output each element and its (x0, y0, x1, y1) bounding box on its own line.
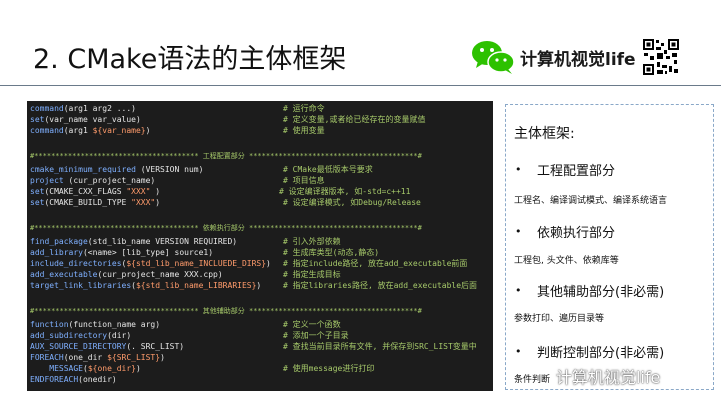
code-comment: # 项目信息 (283, 176, 325, 185)
qr-code-icon (642, 38, 680, 76)
code-line: set(var_name var_value) (30, 115, 141, 124)
code-line: command(arg1 arg2 ...) (30, 104, 136, 113)
code-comment: # 生成库类型(动态,静态) (283, 248, 380, 257)
section-header-dependency: #***************************************… (30, 224, 422, 232)
code-comment: # 查找当前目录所有文件, 并保存到SRC_LIST变量中 (283, 342, 477, 351)
watermark: 计算机视觉life (556, 368, 661, 387)
code-line: FOREACH(one_dir ${SRC_LIST}) (30, 353, 165, 362)
code-line: MESSAGE(${one_dir}) (30, 364, 141, 373)
code-line: function(function_name arg) (30, 320, 161, 329)
framework-detail-config: 工程名、编译调试模式、编译系统语言 (514, 196, 668, 206)
code-comment: # 引入外部依赖 (283, 237, 341, 246)
code-line: ENDFOREACH(onedir) (30, 375, 117, 384)
bullet-icon: • (515, 345, 522, 358)
code-comment: # 添加一个子目录 (283, 331, 349, 340)
code-comment: # 使用变量 (283, 126, 325, 135)
code-comment: # 指定include路径, 放在add_executable前面 (283, 259, 468, 268)
code-comment: # 指定libraries路径, 放在add_executable后面 (283, 281, 478, 290)
code-line: command(arg1 ${var_name}) (30, 126, 151, 135)
card-title: 主体框架: (514, 126, 575, 142)
title-divider (0, 85, 721, 86)
code-comment: # 设定编译器版本, 如-std=c++11 (279, 187, 411, 196)
section-header-auxiliary: #***************************************… (30, 307, 422, 315)
code-comment: # 定义变量,或者给已经存在的变量赋值 (283, 115, 426, 124)
code-line: project (cur_project_name) (30, 176, 156, 185)
framework-item-control: 判断控制部分(非必需) (537, 346, 665, 361)
code-line: add_subdirectory(dir) (30, 331, 132, 340)
bullet-icon: • (515, 163, 522, 176)
framework-item-dependency: 依赖执行部分 (537, 226, 616, 241)
slide-title: 2. CMake语法的主体框架 (33, 44, 347, 75)
framework-detail-control: 条件判断 (514, 375, 551, 385)
code-comment: # CMake最低版本号要求 (283, 165, 373, 174)
bullet-icon: • (515, 225, 522, 238)
code-comment: # 运行命令 (283, 104, 325, 113)
brand-name: 计算机视觉life (520, 49, 636, 70)
code-comment: # 设定编译模式, 如Debug/Release (283, 198, 421, 207)
code-panel: command(arg1 arg2 ...) # 运行命令 set(var_na… (27, 101, 493, 391)
code-line: add_executable(cur_project_name XXX.cpp) (30, 270, 223, 279)
code-comment: # 使用message进行打印 (283, 364, 375, 373)
framework-detail-dependency: 工程包, 头文件、依赖库等 (514, 256, 619, 266)
section-header-config: #***************************************… (30, 152, 422, 160)
code-line: AUX_SOURCE_DIRECTORY(. SRC_LIST) (30, 342, 185, 351)
framework-summary-card: 主体框架: • 工程配置部分 工程名、编译调试模式、编译系统语言 • 依赖执行部… (505, 104, 714, 390)
framework-item-config: 工程配置部分 (537, 164, 616, 179)
code-line: target_link_libraries(${std_lib_name_LIB… (30, 281, 262, 290)
code-comment: # 定义一个函数 (283, 320, 341, 329)
code-line: include_directories(${std_lib_name_INCLU… (30, 259, 271, 268)
framework-detail-auxiliary: 参数打印、遍历目录等 (514, 314, 605, 324)
code-line: set(CMAKE_CXX_FLAGS "XXX" ) (30, 187, 161, 196)
code-line: add_library(<name> [lib_type] source1) (30, 248, 214, 257)
code-line: cmake_minimum_required (VERSION num) (30, 165, 204, 174)
wechat-icon (472, 41, 515, 74)
code-comment: # 指定生成目标 (283, 270, 341, 279)
code-line: find_package(std_lib_name VERSION REQUIR… (30, 237, 238, 246)
brand-logo: 计算机视觉life (470, 38, 636, 76)
bullet-icon: • (515, 284, 522, 297)
framework-item-auxiliary: 其他辅助部分(非必需) (537, 285, 665, 300)
code-line: set(CMAKE_BUILD_TYPE "XXX") (30, 198, 161, 207)
